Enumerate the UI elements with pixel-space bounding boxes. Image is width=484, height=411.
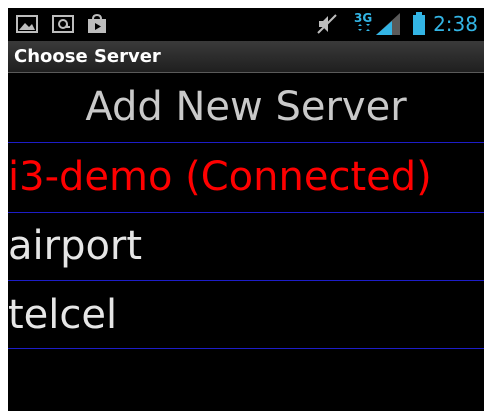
server-item-airport[interactable]: airport xyxy=(8,213,484,280)
gallery-icon xyxy=(16,14,38,38)
status-bar: 3G 2:38 xyxy=(8,8,484,41)
page-title: Choose Server xyxy=(14,46,161,67)
clock-time: 2:38 xyxy=(433,12,478,36)
list-divider xyxy=(8,348,484,349)
network-type-label: 3G xyxy=(354,11,372,25)
screen: 3G 2:38 Choose Server Add New Server i3-… xyxy=(8,8,484,411)
list-divider xyxy=(8,142,484,143)
voicemail-icon xyxy=(52,14,74,38)
add-new-server-button[interactable]: Add New Server xyxy=(8,72,484,142)
mute-icon xyxy=(316,13,338,39)
list-divider xyxy=(8,280,484,281)
store-icon xyxy=(86,13,108,38)
signal-icon: 3G xyxy=(354,11,404,41)
server-item-i3-demo[interactable]: i3-demo (Connected) xyxy=(8,144,484,211)
title-bar: Choose Server xyxy=(8,41,484,73)
battery-icon xyxy=(412,12,426,40)
server-item-telcel[interactable]: telcel xyxy=(8,282,484,349)
